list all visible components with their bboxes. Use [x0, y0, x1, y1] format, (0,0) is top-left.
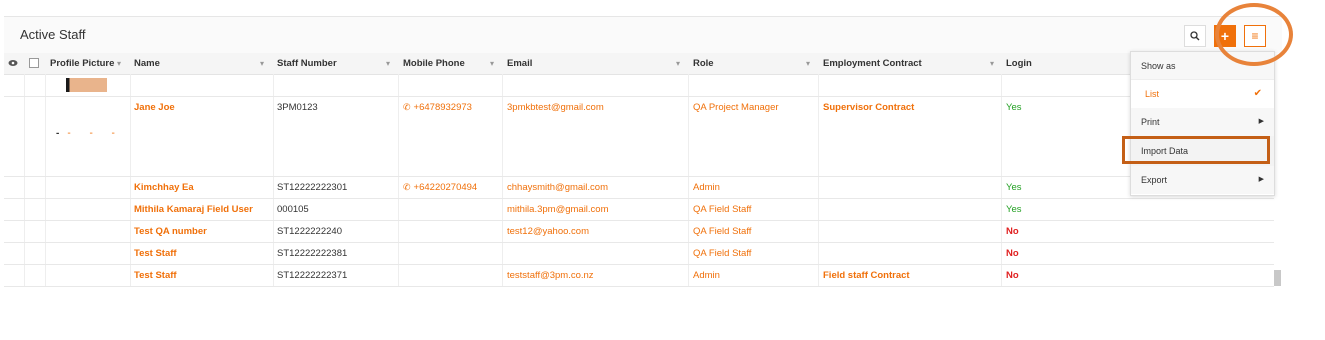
active-staff-panel: Active Staff + ≡ Profile Picture ▾ Name … — [4, 16, 1282, 287]
staff-number: 3PM0123 — [277, 102, 318, 113]
menu-item-label: Export — [1141, 175, 1168, 185]
avatar — [66, 78, 107, 92]
contract-link[interactable]: Field staff Contract — [823, 270, 910, 281]
email-link[interactable]: 3pmkbtest@gmail.com — [507, 102, 604, 113]
role-link[interactable]: QA Field Staff — [693, 204, 751, 215]
login-status: Yes — [1006, 204, 1022, 215]
chevron-right-icon: ▶ — [1258, 118, 1264, 125]
checkmark-icon: ✔ — [1253, 88, 1262, 99]
menu-item-label: Import Data — [1141, 146, 1189, 156]
table-row[interactable]: Test Staff ST12222222381 QA Field Staff … — [4, 243, 1274, 265]
email-link[interactable]: chhaysmith@gmail.com — [507, 182, 608, 193]
search-icon — [1190, 31, 1200, 41]
column-header-name[interactable]: Name — [134, 53, 160, 74]
phone-icon: ✆ — [403, 102, 411, 112]
staff-name-link[interactable]: Jane Joe — [134, 102, 175, 113]
table-row[interactable]: Test QA number ST1222222240 test12@yahoo… — [4, 221, 1274, 243]
column-header-login[interactable]: Login — [1006, 53, 1032, 74]
role-link[interactable]: QA Project Manager — [693, 102, 779, 113]
mobile-number: +64220270494 — [413, 182, 478, 193]
menu-item-label: List — [1145, 89, 1160, 99]
search-button[interactable] — [1184, 25, 1206, 47]
login-status: No — [1006, 270, 1019, 281]
table-row[interactable] — [4, 74, 1274, 97]
chevron-right-icon: ▶ — [1258, 176, 1264, 183]
staff-number: ST12222222381 — [277, 248, 348, 259]
role-link[interactable]: Admin — [693, 270, 720, 281]
menu-item-list[interactable]: List ✔ — [1131, 80, 1274, 108]
email-link[interactable]: mithila.3pm@gmail.com — [507, 204, 609, 215]
table-row[interactable]: Mithila Kamaraj Field User 000105 mithil… — [4, 199, 1274, 221]
staff-name-link[interactable]: Test QA number — [134, 226, 207, 237]
column-header-profile-picture[interactable]: Profile Picture — [50, 53, 114, 74]
eye-icon[interactable] — [8, 53, 18, 74]
login-status: Yes — [1006, 182, 1022, 193]
avatar: -- - - — [56, 128, 123, 139]
options-dropdown-menu: Show as List ✔ Print ▶ Import Data Expor… — [1130, 51, 1275, 196]
staff-name-link[interactable]: Kimchhay Ea — [134, 182, 194, 193]
staff-number: ST12222222371 — [277, 270, 348, 281]
column-header-email[interactable]: Email — [507, 53, 532, 74]
chevron-down-icon[interactable]: ▾ — [260, 53, 264, 74]
mobile-phone-link[interactable]: ✆ +6478932973 — [403, 102, 472, 113]
menu-item-print[interactable]: Print ▶ — [1131, 108, 1274, 136]
menu-item-import-data[interactable]: Import Data — [1131, 136, 1274, 166]
page-title: Active Staff — [20, 27, 86, 42]
chevron-down-icon[interactable]: ▾ — [117, 53, 121, 74]
email-link[interactable]: teststaff@3pm.co.nz — [507, 270, 594, 281]
mobile-number: +6478932973 — [413, 102, 472, 113]
scrollbar[interactable] — [1274, 270, 1281, 286]
table-row[interactable]: Kimchhay Ea ST12222222301 ✆ +64220270494 … — [4, 177, 1274, 199]
mobile-phone-link[interactable]: ✆ +64220270494 — [403, 182, 477, 193]
login-status: Yes — [1006, 102, 1022, 113]
login-status: No — [1006, 226, 1019, 237]
chevron-down-icon[interactable]: ▾ — [490, 53, 494, 74]
email-link[interactable]: test12@yahoo.com — [507, 226, 589, 237]
chevron-down-icon[interactable]: ▾ — [676, 53, 680, 74]
table-row[interactable]: Test Staff ST12222222371 teststaff@3pm.c… — [4, 265, 1274, 287]
role-link[interactable]: QA Field Staff — [693, 226, 751, 237]
menu-section-show-as: Show as — [1131, 52, 1274, 80]
menu-item-export[interactable]: Export ▶ — [1131, 166, 1274, 194]
select-all-checkbox[interactable] — [29, 53, 39, 74]
login-status: No — [1006, 248, 1019, 259]
role-link[interactable]: Admin — [693, 182, 720, 193]
menu-button[interactable]: ≡ — [1244, 25, 1266, 47]
staff-number: ST1222222240 — [277, 226, 342, 237]
contract-link[interactable]: Supervisor Contract — [823, 102, 914, 113]
panel-header: Active Staff + ≡ — [4, 17, 1282, 53]
staff-name-link[interactable]: Test Staff — [134, 270, 177, 281]
chevron-down-icon[interactable]: ▾ — [806, 53, 810, 74]
staff-number: 000105 — [277, 204, 309, 215]
table-header: Profile Picture ▾ Name ▾ Staff Number ▾ … — [4, 53, 1274, 75]
column-header-role[interactable]: Role — [693, 53, 714, 74]
add-staff-button[interactable]: + — [1214, 25, 1236, 47]
phone-icon: ✆ — [403, 182, 411, 192]
chevron-down-icon[interactable]: ▾ — [990, 53, 994, 74]
column-header-mobile-phone[interactable]: Mobile Phone — [403, 53, 465, 74]
column-header-employment-contract[interactable]: Employment Contract — [823, 53, 922, 74]
role-link[interactable]: QA Field Staff — [693, 248, 751, 259]
staff-name-link[interactable]: Test Staff — [134, 248, 177, 259]
chevron-down-icon[interactable]: ▾ — [386, 53, 390, 74]
staff-number: ST12222222301 — [277, 182, 348, 193]
menu-item-label: Print — [1141, 117, 1160, 127]
column-header-staff-number[interactable]: Staff Number — [277, 53, 337, 74]
staff-name-link[interactable]: Mithila Kamaraj Field User — [134, 204, 253, 215]
table-row[interactable]: Jane Joe 3PM0123 ✆ +6478932973 3pmkbtest@… — [4, 97, 1274, 177]
